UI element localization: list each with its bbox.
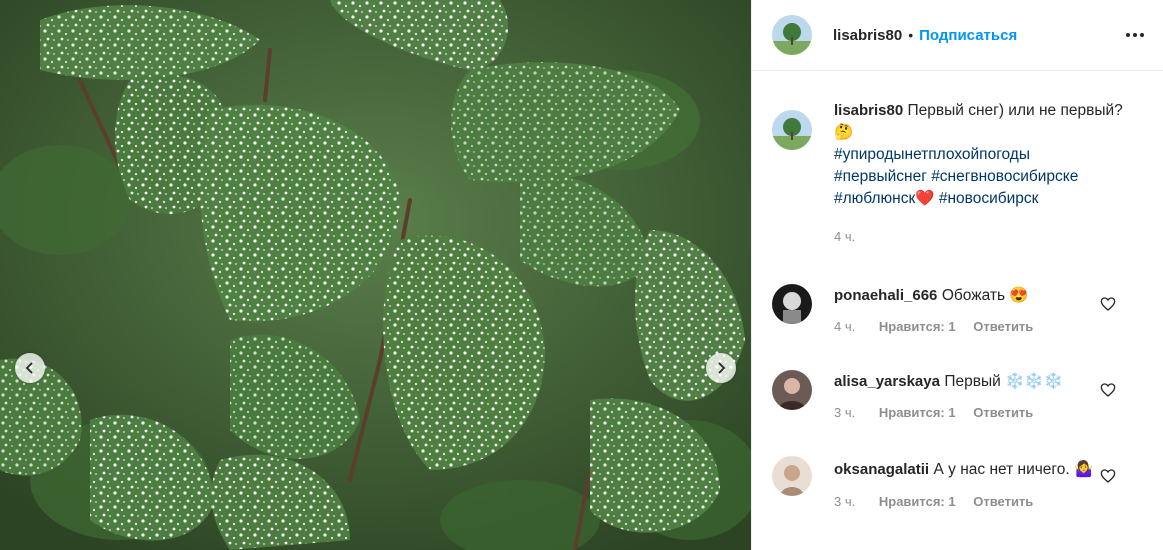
comment-likes[interactable]: Нравится: 1	[879, 494, 956, 509]
comment-time: 4 ч.	[834, 319, 856, 334]
comment-meta: 4 ч. Нравится: 1 Ответить	[834, 319, 1033, 334]
comment-username[interactable]: oksanagalatii	[834, 461, 929, 478]
header-username[interactable]: lisabris80	[833, 27, 902, 44]
avatar-image	[772, 284, 812, 324]
comment-meta: 3 ч. Нравится: 1 Ответить	[834, 405, 1063, 420]
comment-likes[interactable]: Нравится: 1	[879, 319, 956, 334]
avatar[interactable]	[772, 15, 812, 55]
avatar[interactable]	[772, 284, 812, 324]
post-photo[interactable]	[0, 0, 751, 550]
comment-username[interactable]: ponaehali_666	[834, 287, 937, 304]
hashtag[interactable]: #снегвновосибирске	[931, 168, 1078, 185]
reply-button[interactable]: Ответить	[973, 494, 1033, 509]
chevron-right-icon	[718, 362, 726, 374]
follow-button[interactable]: Подписаться	[919, 27, 1017, 44]
comment: alisa_yarskaya Первый ❄️❄️❄️ 3 ч. Нравит…	[772, 370, 1144, 420]
like-heart-icon[interactable]	[1100, 296, 1116, 312]
post-sidebar: lisabris80 • Подписаться lisabris80 Перв…	[751, 0, 1163, 550]
next-photo-button[interactable]	[706, 353, 736, 383]
caption-time: 4 ч.	[834, 229, 856, 244]
hashtag[interactable]: #новосибирск	[939, 190, 1039, 207]
snowy-leaves-image	[0, 0, 751, 550]
comment-body: ponaehali_666 Обожать 😍 4 ч. Нравится: 1…	[834, 286, 1033, 334]
comment-body: oksanagalatii А у нас нет ничего. 🤷‍♀️ 3…	[834, 458, 1114, 509]
comment: ponaehali_666 Обожать 😍 4 ч. Нравится: 1…	[772, 284, 1144, 334]
post-modal: lisabris80 • Подписаться lisabris80 Перв…	[0, 0, 1163, 550]
comment-username[interactable]: alisa_yarskaya	[834, 373, 940, 390]
hashtag[interactable]: #люблюнск❤️	[834, 190, 935, 207]
avatar[interactable]	[772, 110, 812, 150]
avatar-image	[772, 15, 812, 55]
avatar[interactable]	[772, 456, 812, 496]
hashtag[interactable]: #первыйснег	[834, 168, 927, 185]
comment-text: Обожать 😍	[941, 287, 1029, 304]
comment-time: 3 ч.	[834, 405, 856, 420]
like-heart-icon[interactable]	[1100, 382, 1116, 398]
avatar-image	[772, 370, 812, 410]
comment-meta: 3 ч. Нравится: 1 Ответить	[834, 494, 1114, 509]
like-heart-icon[interactable]	[1100, 468, 1116, 484]
comment-text: А у нас нет ничего. 🤷‍♀️	[933, 461, 1094, 478]
more-dots-icon[interactable]	[1125, 23, 1145, 47]
hashtag[interactable]: #упиродынетплохойпогоды	[834, 146, 1030, 163]
caption: lisabris80 Первый снег) или не первый? 🤔…	[772, 102, 1144, 248]
reply-button[interactable]: Ответить	[973, 405, 1033, 420]
caption-username[interactable]: lisabris80	[834, 102, 903, 119]
header-separator: •	[908, 27, 914, 43]
prev-photo-button[interactable]	[15, 353, 45, 383]
comment-body: alisa_yarskaya Первый ❄️❄️❄️ 3 ч. Нравит…	[834, 372, 1063, 420]
avatar-image	[772, 456, 812, 496]
reply-button[interactable]: Ответить	[973, 319, 1033, 334]
comment-likes[interactable]: Нравится: 1	[879, 405, 956, 420]
comment-text: Первый ❄️❄️❄️	[944, 373, 1064, 390]
comment: oksanagalatii А у нас нет ничего. 🤷‍♀️ 3…	[772, 456, 1144, 509]
post-header: lisabris80 • Подписаться	[752, 0, 1163, 71]
chevron-left-icon	[25, 362, 33, 374]
caption-body: lisabris80 Первый снег) или не первый? 🤔…	[834, 100, 1134, 248]
comment-time: 3 ч.	[834, 494, 856, 509]
avatar[interactable]	[772, 370, 812, 410]
avatar-image	[772, 110, 812, 150]
